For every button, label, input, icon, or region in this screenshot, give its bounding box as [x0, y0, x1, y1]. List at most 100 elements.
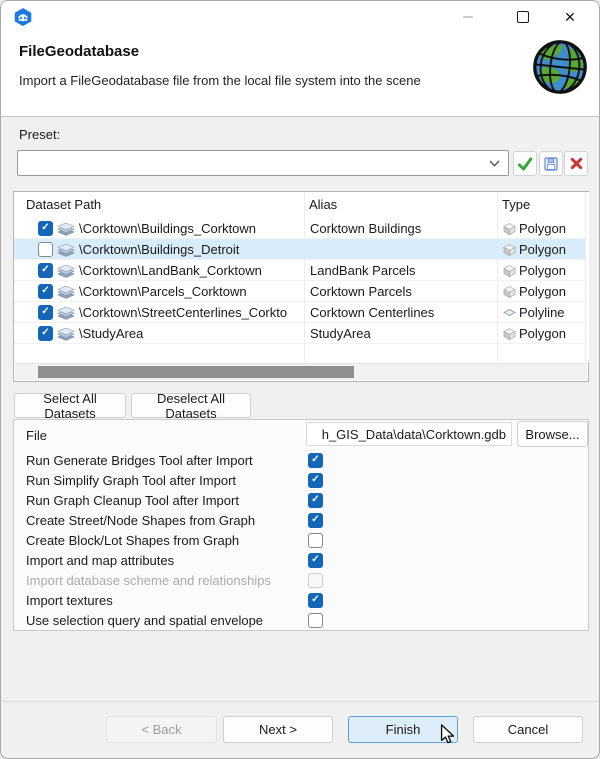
option-row: Run Generate Bridges Tool after Import [14, 450, 588, 470]
polygon-icon [503, 243, 516, 256]
preset-combobox[interactable] [17, 150, 509, 176]
option-label: Run Generate Bridges Tool after Import [26, 452, 253, 468]
preset-label: Preset: [19, 127, 61, 142]
dataset-alias: StudyArea [310, 325, 371, 341]
row-checkbox[interactable] [38, 325, 53, 341]
option-checkbox[interactable] [308, 552, 323, 568]
option-checkbox[interactable] [308, 492, 323, 508]
dataset-type: Polygon [519, 241, 566, 257]
column-alias: Alias [309, 197, 338, 212]
wizard-header: FileGeodatabase Import a FileGeodatabase… [1, 33, 599, 117]
option-label: Create Block/Lot Shapes from Graph [26, 532, 240, 548]
option-checkbox[interactable] [308, 532, 323, 548]
dataset-path: \Corktown\Buildings_Corktown [79, 220, 257, 236]
dataset-layers-icon [57, 285, 75, 299]
finish-button[interactable]: Finish [348, 716, 458, 743]
table-row[interactable]: \StudyArea StudyArea Polygon [14, 323, 588, 344]
option-checkbox[interactable] [308, 472, 323, 488]
table-header: Dataset Path Alias Type [14, 192, 588, 218]
file-label: File [26, 428, 47, 443]
dataset-type: Polygon [519, 220, 566, 236]
dataset-path: \Corktown\LandBank_Corktown [79, 262, 262, 278]
row-checkbox[interactable] [38, 262, 53, 278]
dataset-alias: Corktown Centerlines [310, 304, 435, 320]
file-path-input[interactable]: h_GIS_Data\data\Corktown.gdb [306, 422, 512, 446]
option-checkbox[interactable] [308, 592, 323, 608]
horizontal-scrollbar-thumb[interactable] [38, 366, 354, 378]
table-row[interactable]: \Corktown\Buildings_Corktown Corktown Bu… [14, 218, 588, 239]
dataset-path: \Corktown\StreetCenterlines_Corkto [79, 304, 288, 320]
row-checkbox[interactable] [38, 304, 53, 320]
option-label: Run Graph Cleanup Tool after Import [26, 492, 239, 508]
option-checkbox[interactable] [308, 612, 323, 628]
dataset-layers-icon [57, 243, 75, 257]
vertical-scrollbar-track[interactable] [585, 192, 589, 362]
dataset-type: Polygon [519, 262, 566, 278]
preset-delete-button[interactable] [564, 151, 588, 176]
minimize-button[interactable] [447, 1, 489, 33]
row-checkbox[interactable] [38, 283, 53, 299]
preset-save-button[interactable] [539, 151, 563, 176]
polygon-icon [503, 264, 516, 277]
table-row[interactable]: \Corktown\LandBank_Corktown LandBank Par… [14, 260, 588, 281]
row-checkbox[interactable] [38, 220, 53, 236]
option-label: Import database scheme and relationships [26, 572, 271, 588]
table-row[interactable]: \Corktown\Parcels_Corktown Corktown Parc… [14, 281, 588, 302]
option-label: Import and map attributes [26, 552, 175, 568]
dataset-path: \Corktown\Parcels_Corktown [79, 283, 247, 299]
minimize-icon [463, 16, 473, 18]
deselect-all-datasets-button[interactable]: Deselect All Datasets [131, 391, 251, 421]
maximize-icon [517, 11, 529, 23]
dataset-layers-icon [57, 222, 75, 236]
filegeodatabase-dialog: ✕ FileGeodatabase Import a FileGeodataba… [0, 0, 600, 759]
delete-icon [570, 157, 582, 170]
chevron-down-icon [489, 160, 500, 167]
maximize-button[interactable] [502, 1, 544, 33]
option-row: Run Graph Cleanup Tool after Import [14, 490, 588, 510]
option-label: Create Street/Node Shapes from Graph [26, 512, 256, 528]
option-label: Run Simplify Graph Tool after Import [26, 472, 237, 488]
select-all-datasets-button[interactable]: Select All Datasets [14, 391, 126, 421]
close-icon: ✕ [564, 9, 576, 25]
dataset-type: Polygon [519, 325, 566, 341]
option-label: Use selection query and spatial envelope [26, 612, 264, 628]
option-row: Use selection query and spatial envelope [14, 610, 588, 630]
page-title: FileGeodatabase [19, 43, 140, 60]
next-button[interactable]: Next > [223, 716, 333, 743]
option-row: Run Simplify Graph Tool after Import [14, 470, 588, 490]
horizontal-scrollbar[interactable] [15, 363, 587, 380]
preset-apply-button[interactable] [513, 151, 537, 176]
polygon-icon [503, 222, 516, 235]
page-subtitle: Import a FileGeodatabase file from the l… [19, 73, 421, 88]
option-checkbox[interactable] [308, 512, 323, 528]
dataset-alias: Corktown Buildings [310, 220, 422, 236]
import-options-panel: File h_GIS_Data\data\Corktown.gdb Browse… [13, 419, 589, 631]
option-row: Import textures [14, 590, 588, 610]
dataset-layers-icon [57, 264, 75, 278]
option-checkbox[interactable] [308, 452, 323, 468]
cancel-button[interactable]: Cancel [473, 716, 583, 743]
option-label: Import textures [26, 592, 113, 608]
footer-separator [2, 701, 599, 702]
option-row: Create Street/Node Shapes from Graph [14, 510, 588, 530]
dataset-alias: Corktown Parcels [310, 283, 412, 299]
apply-icon [518, 157, 533, 170]
close-button[interactable]: ✕ [549, 1, 591, 33]
title-bar: ✕ [1, 1, 599, 33]
back-button: < Back [106, 716, 217, 743]
column-dataset-path: Dataset Path [26, 197, 102, 212]
row-checkbox[interactable] [38, 241, 53, 257]
globe-icon [533, 40, 587, 94]
table-row[interactable]: \Corktown\StreetCenterlines_Corkto Corkt… [14, 302, 588, 323]
column-type: Type [502, 197, 531, 212]
app-icon [14, 8, 32, 26]
table-row-selected[interactable]: \Corktown\Buildings_Detroit Polygon [14, 239, 588, 260]
dataset-table: Dataset Path Alias Type \Corktown\Buildi… [13, 191, 589, 382]
dataset-alias: LandBank Parcels [310, 262, 416, 278]
browse-button[interactable]: Browse... [517, 421, 588, 447]
save-icon [544, 156, 558, 171]
option-row: Import and map attributes [14, 550, 588, 570]
option-checkbox-disabled [308, 572, 323, 588]
dataset-path: \StudyArea [79, 325, 144, 341]
polyline-icon [503, 308, 516, 316]
